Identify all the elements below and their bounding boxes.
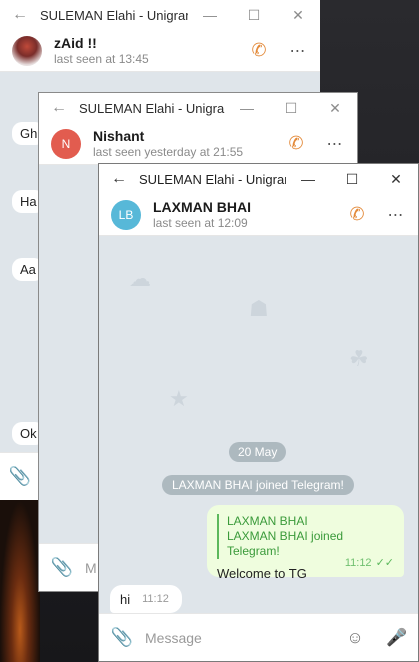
message-text: Ha — [20, 194, 37, 209]
phone-icon[interactable]: ✆ — [246, 40, 272, 61]
avatar[interactable] — [12, 35, 42, 66]
more-icon[interactable]: ⋯ — [384, 205, 408, 225]
outgoing-message[interactable]: LAXMAN BHAI LAXMAN BHAI joined Telegram!… — [207, 505, 404, 581]
reply-text: LAXMAN BHAI joined Telegram! — [227, 529, 344, 558]
message-meta: 11:12 ✓✓ — [345, 556, 394, 569]
back-arrow-icon[interactable]: ← — [0, 6, 40, 24]
back-arrow-icon[interactable]: ← — [99, 170, 139, 188]
composer: 📎 — [0, 452, 40, 500]
avatar-initials: LB — [118, 207, 134, 222]
sticker-icon[interactable]: ☺ — [334, 628, 376, 648]
attach-icon[interactable]: 📎 — [99, 627, 145, 648]
wallpaper-doodle: ★ — [169, 386, 189, 411]
reply-name: LAXMAN BHAI — [227, 514, 308, 528]
double-check-icon: ✓✓ — [375, 557, 394, 569]
minimize-icon[interactable]: — — [188, 7, 232, 23]
wallpaper-doodle: ☘ — [349, 346, 369, 371]
window-title: SULEMAN Elahi - Unigram — [139, 171, 286, 187]
composer: 📎 ☺ 🎤 — [99, 613, 418, 661]
chat-status: last seen yesterday at 21:55 — [93, 144, 244, 159]
phone-icon[interactable]: ✆ — [283, 133, 309, 154]
message-text: Aa — [20, 262, 36, 277]
chat-info[interactable]: zAid !! last seen at 13:45 — [54, 35, 246, 67]
attach-icon[interactable]: 📎 — [0, 466, 40, 487]
maximize-icon[interactable]: ☐ — [330, 171, 374, 188]
close-icon[interactable]: ✕ — [313, 100, 357, 117]
wallpaper-doodle: ☗ — [249, 296, 269, 321]
maximize-icon[interactable]: ☐ — [269, 100, 313, 117]
desktop-wallpaper — [0, 500, 40, 662]
chat-header[interactable]: zAid !! last seen at 13:45 ✆ ⋯ — [0, 30, 320, 72]
message-input[interactable] — [145, 629, 334, 646]
message-text: Ok — [20, 426, 37, 441]
reply-preview[interactable]: LAXMAN BHAI LAXMAN BHAI joined Telegram! — [217, 514, 394, 559]
back-arrow-icon[interactable]: ← — [39, 99, 79, 117]
wallpaper-doodle: ☁ — [129, 266, 151, 291]
avatar[interactable]: LB — [111, 199, 141, 230]
chat-status: last seen at 12:09 — [153, 215, 248, 230]
message-time: 11:12 — [344, 557, 372, 569]
window-titlebar[interactable]: ← SULEMAN Elahi - Unigram — ☐ ✕ — [0, 0, 320, 30]
chat-header[interactable]: N Nishant last seen yesterday at 21:55 ✆… — [39, 123, 357, 165]
window-titlebar[interactable]: ← SULEMAN Elahi - Unigram — ☐ ✕ — [99, 164, 418, 194]
message-text: Gh — [20, 126, 38, 141]
message-text: Welcome to TG — [217, 566, 307, 581]
service-message: LAXMAN BHAI joined Telegram! — [162, 475, 354, 495]
more-icon[interactable]: ⋯ — [323, 134, 347, 154]
maximize-icon[interactable]: ☐ — [232, 7, 276, 24]
minimize-icon[interactable]: — — [225, 100, 269, 116]
close-icon[interactable]: ✕ — [276, 7, 320, 24]
avatar-initials: N — [61, 136, 71, 151]
chat-info[interactable]: Nishant last seen yesterday at 21:55 — [93, 128, 283, 160]
chat-name: Nishant — [93, 127, 145, 144]
chat-status: last seen at 13:45 — [54, 51, 149, 66]
avatar[interactable]: N — [51, 128, 81, 159]
incoming-message[interactable]: hi 11:12 — [110, 585, 182, 613]
window-title: SULEMAN Elahi - Unigram — [79, 100, 225, 116]
message-text: hi — [120, 591, 131, 607]
mic-icon[interactable]: 🎤 — [376, 628, 418, 648]
more-icon[interactable]: ⋯ — [286, 41, 310, 61]
chat-name: LAXMAN BHAI — [153, 198, 251, 215]
date-separator: 20 May — [229, 442, 287, 462]
attach-icon[interactable]: 📎 — [39, 557, 85, 578]
window-laxman: ← SULEMAN Elahi - Unigram — ☐ ✕ LB LAXMA… — [98, 163, 419, 662]
chat-name: zAid !! — [54, 34, 97, 51]
window-title: SULEMAN Elahi - Unigram — [40, 7, 188, 23]
minimize-icon[interactable]: — — [286, 171, 330, 187]
chat-info[interactable]: LAXMAN BHAI last seen at 12:09 — [153, 199, 344, 231]
window-titlebar[interactable]: ← SULEMAN Elahi - Unigram — ☐ ✕ — [39, 93, 357, 123]
close-icon[interactable]: ✕ — [374, 171, 418, 188]
message-time: 11:12 — [142, 593, 169, 605]
phone-icon[interactable]: ✆ — [344, 204, 370, 225]
chat-header[interactable]: LB LAXMAN BHAI last seen at 12:09 ✆ ⋯ — [99, 194, 418, 236]
